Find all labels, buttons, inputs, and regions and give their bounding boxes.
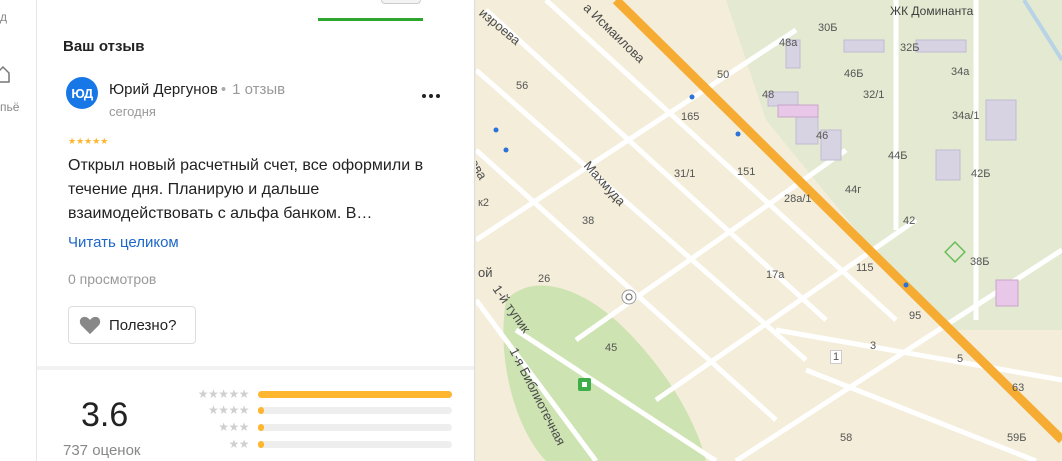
rating-value: 3.6 (81, 396, 129, 434)
house-number: 48а (779, 37, 798, 49)
read-more-link[interactable]: Читать целиком (68, 234, 179, 251)
useful-button[interactable]: Полезно? (68, 306, 196, 344)
distribution-bar (258, 424, 452, 431)
distribution-stars: ★★★ (218, 420, 249, 434)
distribution-row: ★★★ (175, 420, 452, 434)
house-number: 3 (870, 340, 877, 352)
distribution-stars: ★★★★★ (197, 387, 250, 401)
home-icon[interactable] (0, 64, 10, 84)
house-number: 165 (681, 111, 700, 123)
author-review-count: 1 отзыв (232, 81, 286, 98)
distribution-bar (258, 391, 452, 398)
house-number: 1 (830, 350, 843, 364)
house-number: 44г (845, 184, 862, 196)
house-number: 58 (840, 432, 853, 444)
house-number: 95 (909, 310, 922, 322)
distribution-bar (258, 441, 452, 448)
house-number: 32/1 (863, 89, 885, 101)
house-number: 30Б (818, 22, 838, 34)
distribution-stars: ★★★★ (207, 403, 250, 417)
house-number: 28а/1 (784, 193, 812, 205)
review-text: Открыл новый расчетный счет, все оформил… (68, 157, 424, 222)
nav-item-label-2[interactable]: пьё (0, 100, 19, 114)
house-number: 45 (605, 342, 618, 354)
distribution-stars: ★★ (228, 437, 249, 451)
author-line: Юрий Дергунов • 1 отзыв (109, 81, 285, 98)
separator-dot: • (220, 81, 227, 98)
tab-indicator-pill[interactable] (381, 0, 421, 4)
house-number: 48 (762, 89, 775, 101)
review-date: сегодня (109, 104, 156, 119)
review-stars: ★★★★★ (68, 136, 109, 146)
house-number: 42Б (971, 168, 991, 180)
distribution-row: ★★★★★ (175, 387, 452, 401)
avatar[interactable]: ЮД (66, 77, 98, 109)
distribution-bar (258, 407, 452, 414)
house-number: 44Б (888, 150, 908, 162)
dots-icon-2 (429, 94, 433, 98)
nav-item-label[interactable]: д (0, 10, 7, 24)
navigation-strip: д пьё (0, 0, 37, 461)
house-number: 50 (717, 69, 730, 81)
distribution-row: ★★★★ (175, 403, 452, 417)
house-number: 31/1 (674, 168, 696, 180)
house-number: 38 (582, 215, 595, 227)
house-number: 151 (737, 166, 756, 178)
distribution-fill (258, 441, 264, 448)
house-number: 46 (816, 130, 829, 142)
distribution-fill (258, 424, 264, 431)
house-number: 115 (856, 262, 874, 274)
house-number: 5 (957, 353, 964, 365)
rating-count: 737 оценок (63, 442, 141, 459)
dots-icon-3 (436, 94, 440, 98)
your-review-title: Ваш отзыв (63, 38, 145, 55)
house-number: 32Б (900, 42, 920, 54)
review-panel: Ваш отзыв ЮД Юрий Дергунов • 1 отзыв сегод… (37, 0, 475, 461)
house-number: 42 (903, 215, 916, 227)
more-options-button[interactable] (417, 86, 445, 106)
active-tab-underline (318, 18, 423, 21)
distribution-row: ★★ (175, 437, 452, 451)
house-number: 17а (766, 269, 785, 281)
poi-label[interactable]: ЖК Доминанта (890, 4, 973, 18)
house-number: 63 (1012, 382, 1025, 394)
street-label-oj: ой (478, 265, 493, 280)
distribution-fill (258, 407, 264, 414)
house-number: 38Б (970, 256, 990, 268)
house-number: 56 (516, 80, 529, 92)
useful-label: Полезно? (109, 316, 177, 334)
author-name[interactable]: Юрий Дергунов (109, 81, 218, 98)
distribution-fill (258, 391, 452, 398)
house-number: 26 (538, 273, 551, 285)
views-count: 0 просмотров (68, 271, 157, 287)
map-label-k2: к2 (478, 197, 489, 209)
house-number: 46Б (844, 68, 864, 80)
map-view[interactable]: ЖК Доминанта а Исмаилова Махмуда 1-й туп… (476, 0, 1062, 461)
house-number: 34а/1 (952, 110, 980, 122)
heart-icon (79, 316, 101, 335)
house-number: 59Б (1007, 432, 1027, 444)
section-divider (37, 366, 474, 370)
map-canvas[interactable] (476, 0, 1062, 461)
dots-icon (422, 94, 426, 98)
house-number: 34а (951, 66, 970, 78)
